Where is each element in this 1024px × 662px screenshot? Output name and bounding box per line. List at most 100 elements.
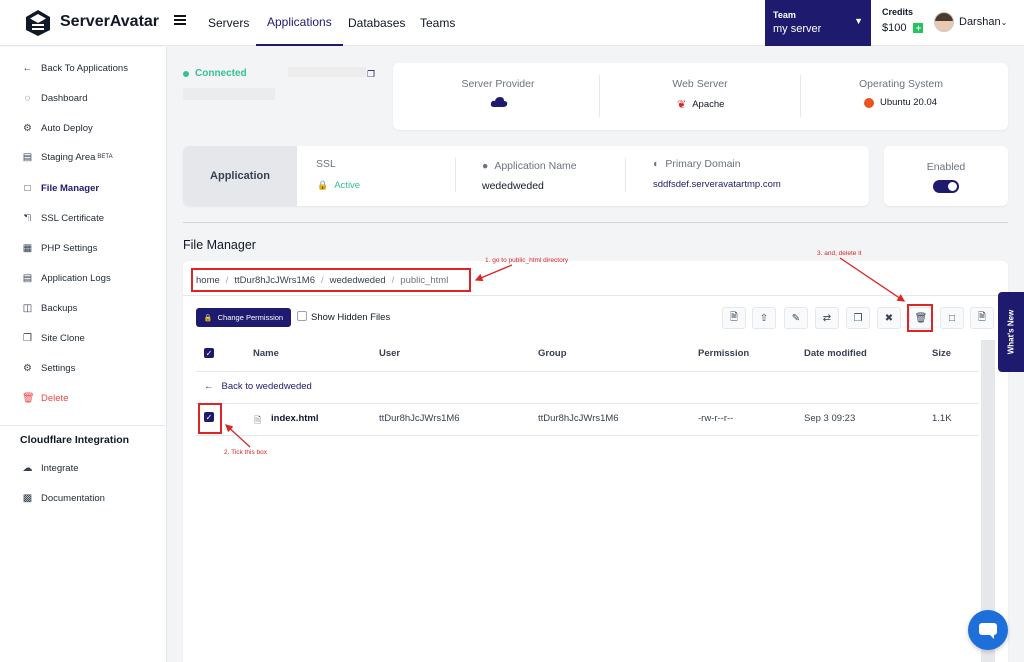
os-value: Ubuntu 20.04: [880, 97, 938, 108]
html-file-icon: 🗎: [254, 415, 262, 425]
sidebar-item-staging-area[interactable]: ▤ Staging Area BETA: [0, 147, 166, 167]
annotation-step-1: 1. go to public_html directory: [485, 257, 569, 264]
app-name-value: wededweded: [482, 180, 544, 192]
table-divider: [196, 371, 979, 372]
back-to-parent-link[interactable]: ← Back to wededweded: [204, 381, 312, 392]
add-credits-icon[interactable]: +: [913, 23, 924, 33]
user-avatar[interactable]: [934, 12, 954, 32]
new-file-button[interactable]: 🗎: [722, 307, 746, 329]
file-date-modified: Sep 3 09:23: [804, 413, 856, 424]
credits-label: Credits: [882, 7, 914, 17]
column-user[interactable]: User: [379, 348, 400, 359]
cubes-icon: ▦: [22, 242, 33, 254]
sidebar-item-delete[interactable]: 🗑 Delete: [0, 388, 166, 408]
sidebar-item-back-to-applications[interactable]: ← Back To Applications: [0, 58, 166, 78]
enabled-card: Enabled: [884, 146, 1008, 206]
enabled-toggle[interactable]: [933, 180, 959, 193]
compress-icon: ✖: [884, 312, 894, 324]
dashboard-icon: ◌: [24, 92, 31, 104]
sidebar-item-site-clone[interactable]: ❐ Site Clone: [0, 328, 166, 348]
credits-value: $100: [882, 22, 907, 34]
nav-applications[interactable]: Applications: [256, 0, 343, 46]
whats-new-tab[interactable]: What's New: [998, 292, 1024, 372]
annotation-box-delete: [907, 304, 933, 332]
column-date-modified[interactable]: Date modified: [804, 348, 867, 359]
credits: Credits $100 +: [882, 7, 924, 34]
clone-icon: ❐: [23, 332, 32, 344]
copy-icon[interactable]: ❐: [367, 69, 375, 80]
brand-name[interactable]: ServerAvatar: [60, 13, 159, 31]
lock-icon: ⛠: [23, 212, 32, 224]
sidebar-item-auto-deploy[interactable]: ⚙ Auto Deploy: [0, 118, 166, 138]
extract-button[interactable]: □: [940, 307, 964, 329]
nav-databases[interactable]: Databases: [348, 0, 405, 46]
sidebar-item-backups[interactable]: ◫ Backups: [0, 298, 166, 318]
beta-badge: BETA: [97, 154, 113, 160]
copy-button[interactable]: ❐: [846, 307, 870, 329]
team-selector[interactable]: Team my server ▼: [765, 0, 871, 46]
file-group: ttDur8hJcJWrs1M6: [538, 413, 619, 424]
user-menu[interactable]: Darshan⌄: [959, 16, 1007, 28]
column-name[interactable]: Name: [253, 348, 279, 359]
nav-servers[interactable]: Servers: [208, 0, 249, 46]
nav-teams[interactable]: Teams: [420, 0, 455, 46]
sidebar-item-ssl-certificate[interactable]: ⛠ SSL Certificate: [0, 208, 166, 228]
annotation-step-3: 3. and, delete it: [817, 250, 862, 257]
sidebar-item-php-settings[interactable]: ▦ PHP Settings: [0, 238, 166, 258]
copy-icon: ❐: [853, 312, 863, 324]
user-name: Darshan: [959, 16, 1001, 28]
sidebar-item-settings[interactable]: ⚙ Settings: [0, 358, 166, 378]
change-permission-button[interactable]: 🔒 Change Permission: [196, 308, 291, 327]
ssl-label: SSL: [316, 158, 336, 170]
gear-icon: ⚙: [23, 362, 32, 374]
file-name[interactable]: index.html: [271, 413, 319, 424]
status-dot-icon: [183, 70, 189, 77]
application-tab[interactable]: Application: [183, 146, 297, 206]
move-icon: ⇄: [822, 312, 832, 324]
cloud-icon: ☁: [22, 462, 33, 474]
sidebar-item-application-logs[interactable]: ▤ Application Logs: [0, 268, 166, 288]
table-divider: [196, 403, 979, 404]
show-hidden-checkbox[interactable]: [297, 311, 307, 321]
new-file-icon: 🗎: [729, 311, 739, 323]
trash-icon: 🗑: [22, 392, 35, 404]
menu-toggle-icon[interactable]: [174, 15, 186, 25]
sidebar-item-file-manager[interactable]: □ File Manager: [0, 178, 166, 198]
chat-support-button[interactable]: [968, 610, 1008, 650]
sidebar-item-dashboard[interactable]: ◌ Dashboard: [0, 88, 166, 108]
web-server-value: Apache: [692, 99, 725, 110]
redacted-server-name: [183, 88, 275, 100]
column-permission[interactable]: Permission: [698, 348, 749, 359]
server-info-card: Server Provider Web Server ❦ Apache Oper…: [393, 63, 1008, 130]
column-group[interactable]: Group: [538, 348, 567, 359]
globe-icon: ◐: [653, 158, 660, 170]
select-all-checkbox[interactable]: ✓: [204, 348, 214, 358]
arrow-left-icon: ←: [204, 381, 214, 392]
log-icon: ▤: [22, 272, 33, 284]
sidebar-divider: [0, 425, 166, 426]
edit-button[interactable]: ✎: [784, 307, 808, 329]
annotation-box-checkbox: [198, 403, 222, 434]
upload-button[interactable]: ⇧: [752, 307, 776, 329]
document-icon: ▩: [22, 492, 33, 504]
move-button[interactable]: ⇄: [815, 307, 839, 329]
download-button[interactable]: 🗎: [970, 307, 994, 329]
app-name-icon: ●: [482, 160, 489, 172]
sidebar-item-documentation[interactable]: ▩ Documentation: [0, 488, 166, 508]
download-icon: 🗎: [977, 311, 987, 323]
connection-status: Connected: [183, 68, 247, 79]
enabled-label: Enabled: [926, 161, 966, 173]
compress-button[interactable]: ✖: [877, 307, 901, 329]
serveravatar-logo-icon[interactable]: [24, 9, 52, 37]
ssl-value: Active: [334, 180, 361, 191]
cloudflare-section-title: Cloudflare Integration: [20, 434, 130, 446]
chevron-down-icon: ▼: [854, 16, 863, 26]
column-size[interactable]: Size: [932, 348, 951, 359]
backup-icon: ◫: [22, 302, 33, 314]
gear-icon: ⚙: [23, 122, 32, 134]
divider: [625, 158, 626, 192]
sidebar-item-integrate[interactable]: ☁ Integrate: [0, 458, 166, 478]
top-bar: ServerAvatar Servers Applications Databa…: [0, 0, 1024, 46]
primary-domain-link[interactable]: sddfsdef.serveravatartmp.com: [653, 179, 781, 190]
file-permission: -rw-r--r--: [698, 413, 734, 424]
